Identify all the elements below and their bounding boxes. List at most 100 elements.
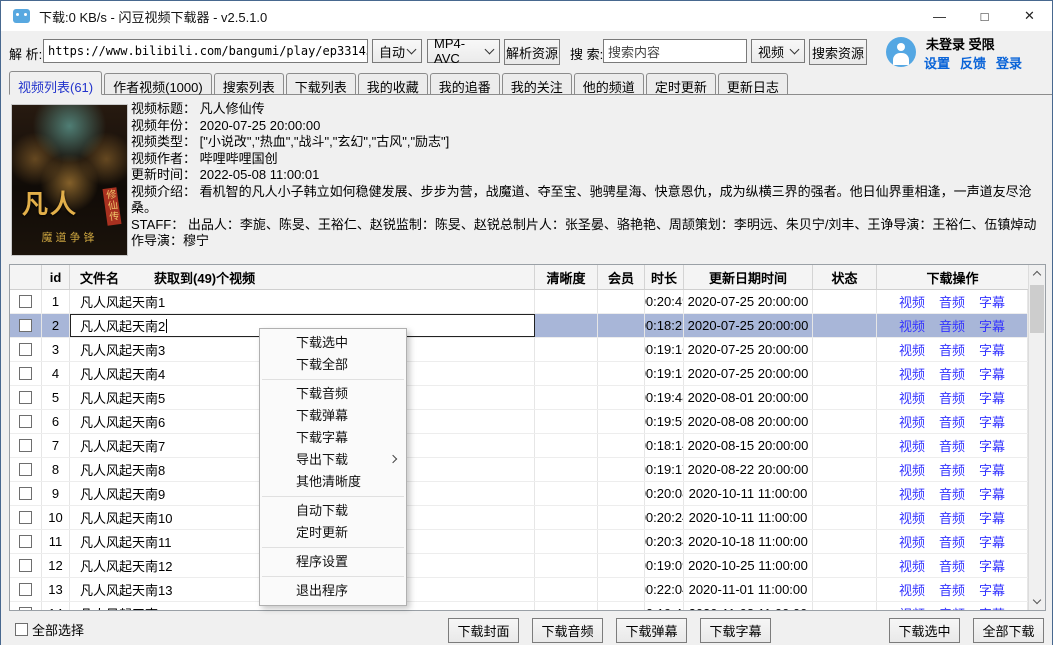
row-checkbox[interactable] <box>19 487 32 500</box>
download-audio-link[interactable]: 音频 <box>939 460 965 479</box>
search-button[interactable]: 搜索资源 <box>809 39 867 65</box>
bottom-button[interactable]: 下载选中 <box>889 618 960 643</box>
tab-item[interactable]: 作者视频(1000) <box>104 73 212 94</box>
menu-item[interactable]: 下载音频 <box>260 383 406 405</box>
table-row[interactable]: 14 凡人风起天南14 00:19:41 2020-11-08 11:00:00… <box>10 602 1045 611</box>
tab-item[interactable]: 我的追番 <box>430 73 500 94</box>
download-subtitle-link[interactable]: 字幕 <box>979 364 1005 383</box>
download-audio-link[interactable]: 音频 <box>939 364 965 383</box>
row-checkbox[interactable] <box>19 439 32 452</box>
download-subtitle-link[interactable]: 字幕 <box>979 388 1005 407</box>
scrollbar-thumb[interactable] <box>1030 285 1044 333</box>
table-row[interactable]: 7 凡人风起天南7 00:18:14 2020-08-15 20:00:00 视… <box>10 434 1045 458</box>
bottom-button[interactable]: 下载封面 <box>448 618 519 643</box>
close-button[interactable]: ✕ <box>1007 1 1052 31</box>
download-audio-link[interactable]: 音频 <box>939 604 965 611</box>
download-video-link[interactable]: 视频 <box>899 364 925 383</box>
account-link[interactable]: 设置 <box>924 53 950 72</box>
download-video-link[interactable]: 视频 <box>899 556 925 575</box>
minimize-button[interactable]: — <box>917 1 962 31</box>
tab-item[interactable]: 更新日志 <box>718 73 788 94</box>
download-subtitle-link[interactable]: 字幕 <box>979 604 1005 611</box>
download-video-link[interactable]: 视频 <box>899 388 925 407</box>
download-video-link[interactable]: 视频 <box>899 412 925 431</box>
row-checkbox[interactable] <box>19 559 32 572</box>
table-row[interactable]: 4 凡人风起天南4 00:19:13 2020-07-25 20:00:00 视… <box>10 362 1045 386</box>
row-checkbox[interactable] <box>19 463 32 476</box>
table-row[interactable]: 5 凡人风起天南5 00:19:48 2020-08-01 20:00:00 视… <box>10 386 1045 410</box>
row-checkbox[interactable] <box>19 367 32 380</box>
download-audio-link[interactable]: 音频 <box>939 580 965 599</box>
download-audio-link[interactable]: 音频 <box>939 436 965 455</box>
download-audio-link[interactable]: 音频 <box>939 484 965 503</box>
search-type-select[interactable]: 视频 <box>751 39 805 63</box>
download-video-link[interactable]: 视频 <box>899 460 925 479</box>
table-row[interactable]: 9 凡人风起天南9 00:20:08 2020-10-11 11:00:00 视… <box>10 482 1045 506</box>
menu-item[interactable]: 退出程序 <box>260 580 406 602</box>
download-video-link[interactable]: 视频 <box>899 316 925 335</box>
table-row[interactable]: 3 凡人风起天南3 00:19:16 2020-07-25 20:00:00 视… <box>10 338 1045 362</box>
account-link[interactable]: 反馈 <box>960 53 986 72</box>
download-audio-link[interactable]: 音频 <box>939 556 965 575</box>
bottom-button[interactable]: 下载字幕 <box>700 618 771 643</box>
row-checkbox[interactable] <box>19 583 32 596</box>
tab-item[interactable]: 我的关注 <box>502 73 572 94</box>
maximize-button[interactable]: □ <box>962 1 1007 31</box>
download-video-link[interactable]: 视频 <box>899 292 925 311</box>
scroll-down-arrow-icon[interactable] <box>1029 593 1045 610</box>
menu-item[interactable]: 下载弹幕 <box>260 405 406 427</box>
download-subtitle-link[interactable]: 字幕 <box>979 460 1005 479</box>
download-subtitle-link[interactable]: 字幕 <box>979 484 1005 503</box>
account-link[interactable]: 登录 <box>996 53 1022 72</box>
download-audio-link[interactable]: 音频 <box>939 508 965 527</box>
bottom-button[interactable]: 下载弹幕 <box>616 618 687 643</box>
download-audio-link[interactable]: 音频 <box>939 532 965 551</box>
table-row[interactable]: 10 凡人风起天南10 00:20:24 2020-10-11 11:00:00… <box>10 506 1045 530</box>
download-audio-link[interactable]: 音频 <box>939 316 965 335</box>
download-video-link[interactable]: 视频 <box>899 436 925 455</box>
download-video-link[interactable]: 视频 <box>899 340 925 359</box>
search-input[interactable]: 搜索内容 <box>603 39 747 63</box>
menu-item[interactable]: 定时更新 <box>260 522 406 544</box>
tab-item[interactable]: 他的频道 <box>574 73 644 94</box>
tab-item[interactable]: 视频列表(61) <box>9 71 102 95</box>
download-subtitle-link[interactable]: 字幕 <box>979 508 1005 527</box>
tab-item[interactable]: 下载列表 <box>286 73 356 94</box>
menu-item[interactable]: 其他清晰度 <box>260 471 406 493</box>
menu-item[interactable]: 下载字幕 <box>260 427 406 449</box>
table-row[interactable]: 12 凡人风起天南12 00:19:09 2020-10-25 11:00:00… <box>10 554 1045 578</box>
format-select[interactable]: MP4-AVC <box>427 39 500 63</box>
row-filename[interactable]: 凡人风起天南1 <box>70 290 535 313</box>
download-video-link[interactable]: 视频 <box>899 532 925 551</box>
mode-select[interactable]: 自动 <box>372 39 422 63</box>
download-video-link[interactable]: 视频 <box>899 580 925 599</box>
table-row[interactable]: 8 凡人风起天南8 00:19:17 2020-08-22 20:00:00 视… <box>10 458 1045 482</box>
tab-item[interactable]: 我的收藏 <box>358 73 428 94</box>
row-checkbox[interactable] <box>19 535 32 548</box>
vertical-scrollbar[interactable] <box>1028 265 1045 610</box>
row-checkbox[interactable] <box>19 511 32 524</box>
menu-item[interactable]: 程序设置 <box>260 551 406 573</box>
download-subtitle-link[interactable]: 字幕 <box>979 292 1005 311</box>
download-subtitle-link[interactable]: 字幕 <box>979 340 1005 359</box>
download-audio-link[interactable]: 音频 <box>939 292 965 311</box>
download-audio-link[interactable]: 音频 <box>939 340 965 359</box>
parse-button[interactable]: 解析资源 <box>504 39 560 65</box>
row-checkbox[interactable] <box>19 391 32 404</box>
row-checkbox[interactable] <box>19 343 32 356</box>
avatar[interactable] <box>886 37 916 67</box>
table-row[interactable]: 1 凡人风起天南1 00:20:49 2020-07-25 20:00:00 视… <box>10 290 1045 314</box>
table-row[interactable]: 6 凡人风起天南6 00:19:59 2020-08-08 20:00:00 视… <box>10 410 1045 434</box>
tab-item[interactable]: 定时更新 <box>646 73 716 94</box>
download-subtitle-link[interactable]: 字幕 <box>979 532 1005 551</box>
download-subtitle-link[interactable]: 字幕 <box>979 412 1005 431</box>
download-subtitle-link[interactable]: 字幕 <box>979 556 1005 575</box>
menu-item[interactable]: 下载选中 <box>260 332 406 354</box>
select-all-checkbox[interactable] <box>15 623 28 636</box>
row-checkbox[interactable] <box>19 415 32 428</box>
table-row[interactable]: 13 凡人风起天南13 00:22:04 2020-11-01 11:00:00… <box>10 578 1045 602</box>
table-row[interactable]: 2 凡人风起天南2 00:18:22 2020-07-25 20:00:00 视… <box>10 314 1045 338</box>
table-row[interactable]: 11 凡人风起天南11 00:20:34 2020-10-18 11:00:00… <box>10 530 1045 554</box>
row-checkbox[interactable] <box>19 319 32 332</box>
download-subtitle-link[interactable]: 字幕 <box>979 436 1005 455</box>
